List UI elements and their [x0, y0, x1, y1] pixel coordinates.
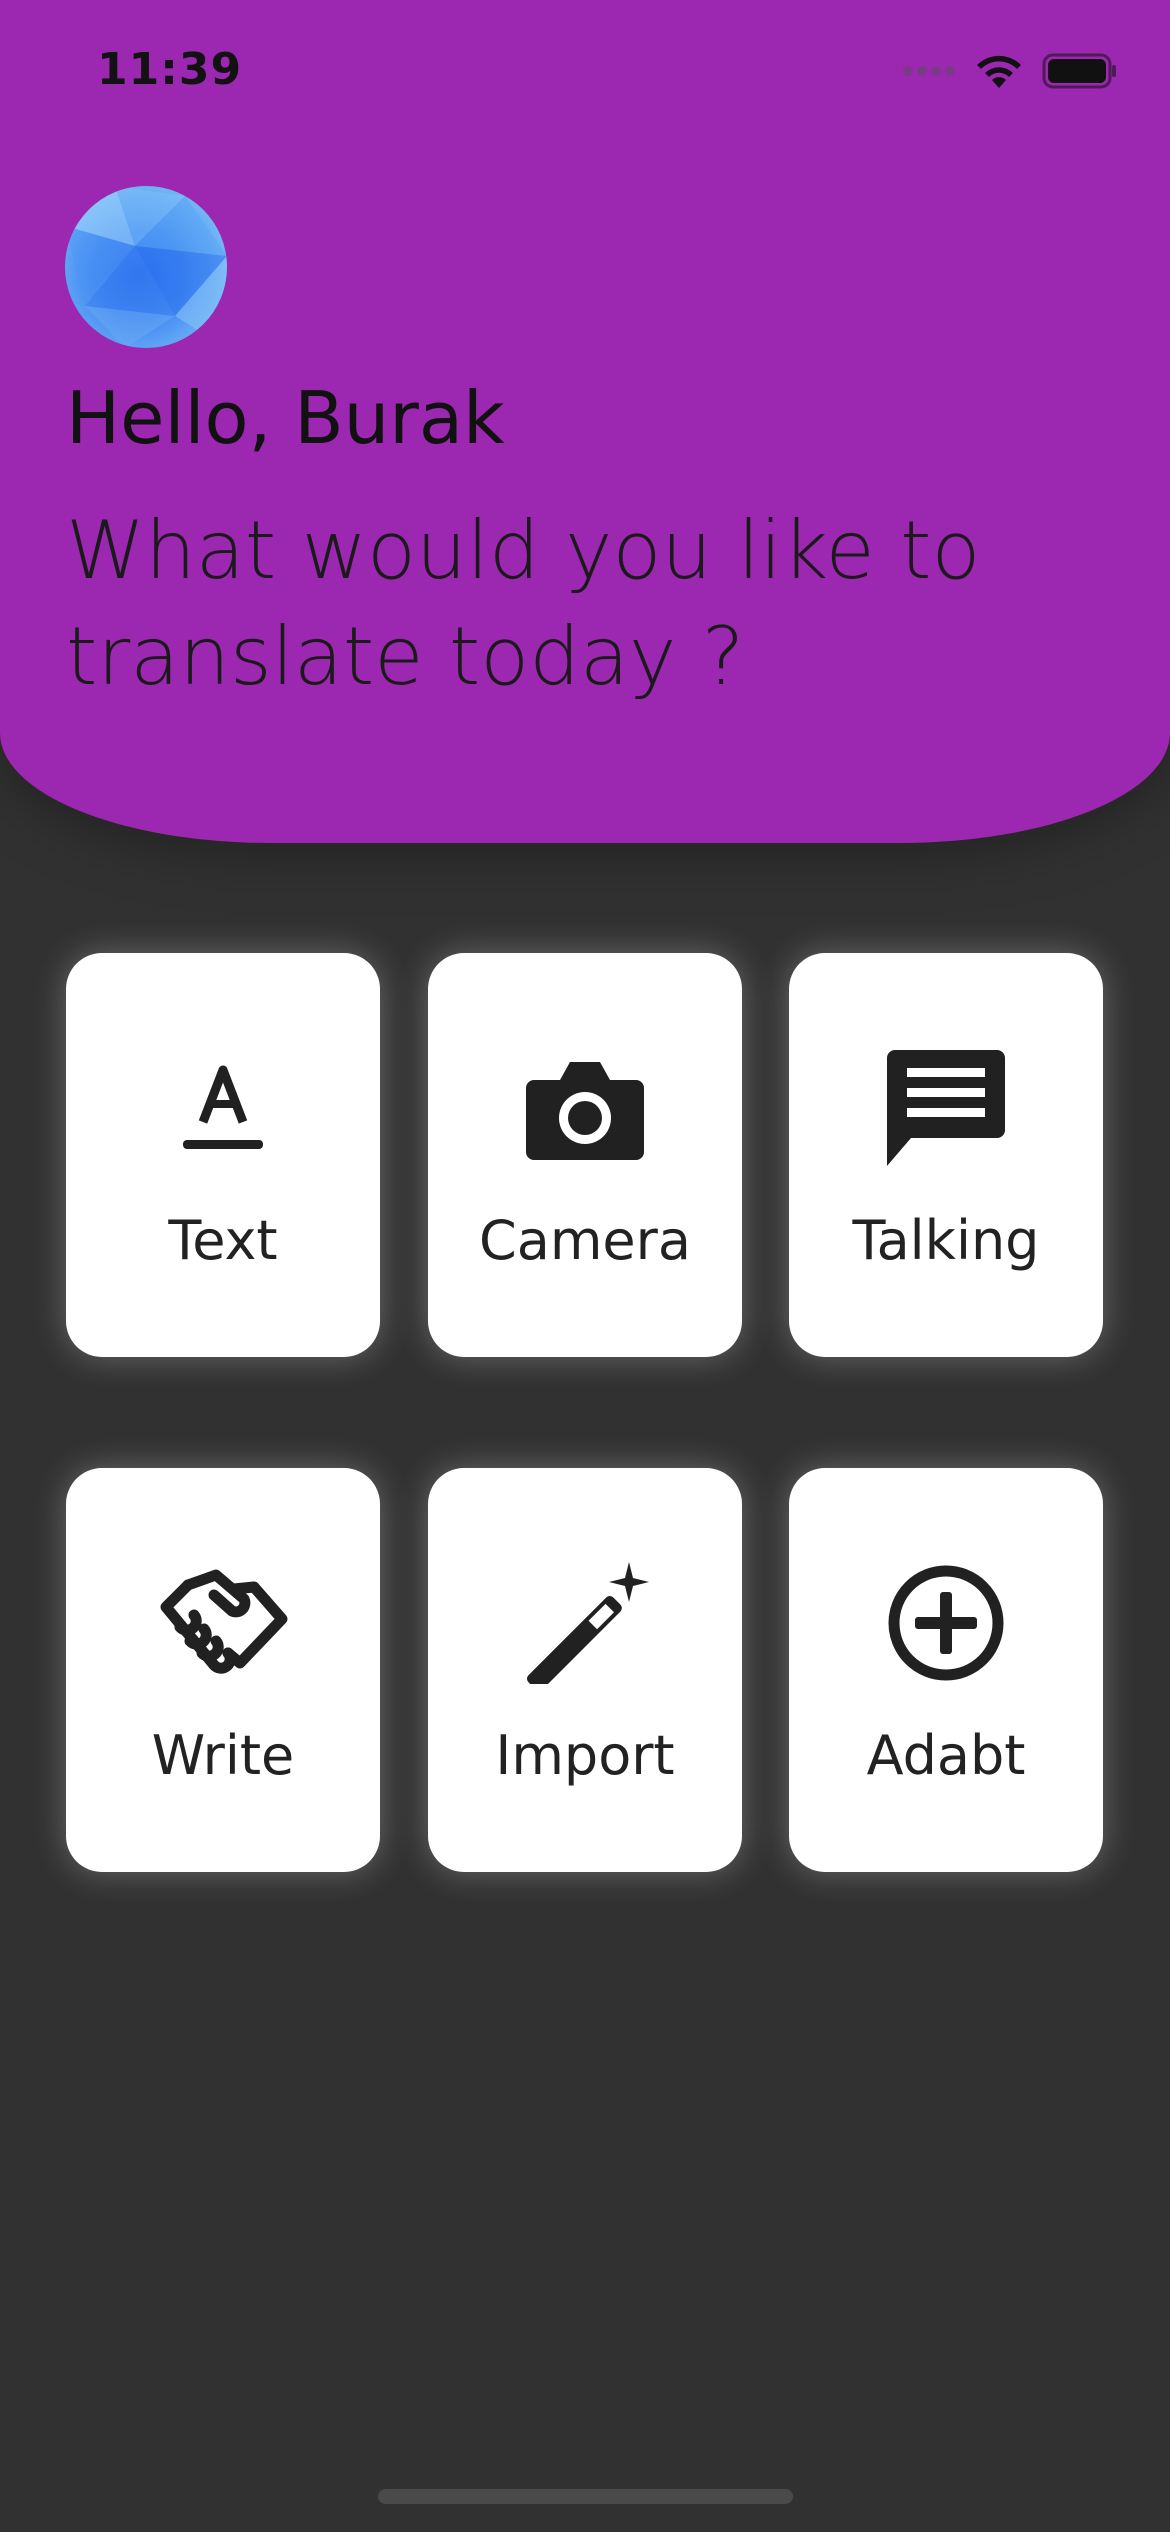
status-indicators: [902, 52, 1118, 94]
adabt-tile-label: Adabt: [866, 1724, 1026, 1787]
import-tile-label: Import: [495, 1724, 675, 1787]
magic-wand-icon: [428, 1548, 742, 1698]
write-tile[interactable]: Write: [66, 1468, 380, 1872]
add-circle-icon: [789, 1548, 1103, 1698]
import-tile[interactable]: Import: [428, 1468, 742, 1872]
text-tile-label: Text: [168, 1209, 278, 1272]
greeting-text: Hello, Burak: [66, 376, 505, 460]
header-panel: 11:39 Hello, Burak What would you like t…: [0, 0, 1170, 843]
camera-icon: [428, 1033, 742, 1183]
camera-tile[interactable]: Camera: [428, 953, 742, 1357]
talking-tile[interactable]: Talking: [789, 953, 1103, 1357]
text-format-icon: [66, 1033, 380, 1183]
moon-icon: [1010, 230, 1046, 302]
status-time: 11:39: [97, 44, 243, 95]
avatar-image: [65, 186, 227, 348]
camera-tile-label: Camera: [479, 1209, 691, 1272]
text-tile[interactable]: Text: [66, 953, 380, 1357]
cellular-signal-icon: [902, 63, 956, 83]
chat-bubble-icon: [789, 1033, 1103, 1183]
write-tile-label: Write: [151, 1724, 295, 1787]
avatar[interactable]: [65, 186, 227, 348]
adabt-tile[interactable]: Adabt: [789, 1468, 1103, 1872]
handshake-icon: [66, 1548, 380, 1698]
home-indicator[interactable]: [378, 2489, 793, 2504]
prompt-text: What would you like to translate today ?: [66, 504, 981, 703]
talking-tile-label: Talking: [852, 1209, 1040, 1272]
theme-toggle-button[interactable]: [996, 228, 1060, 304]
battery-icon: [1042, 53, 1118, 93]
wifi-icon: [974, 52, 1024, 94]
